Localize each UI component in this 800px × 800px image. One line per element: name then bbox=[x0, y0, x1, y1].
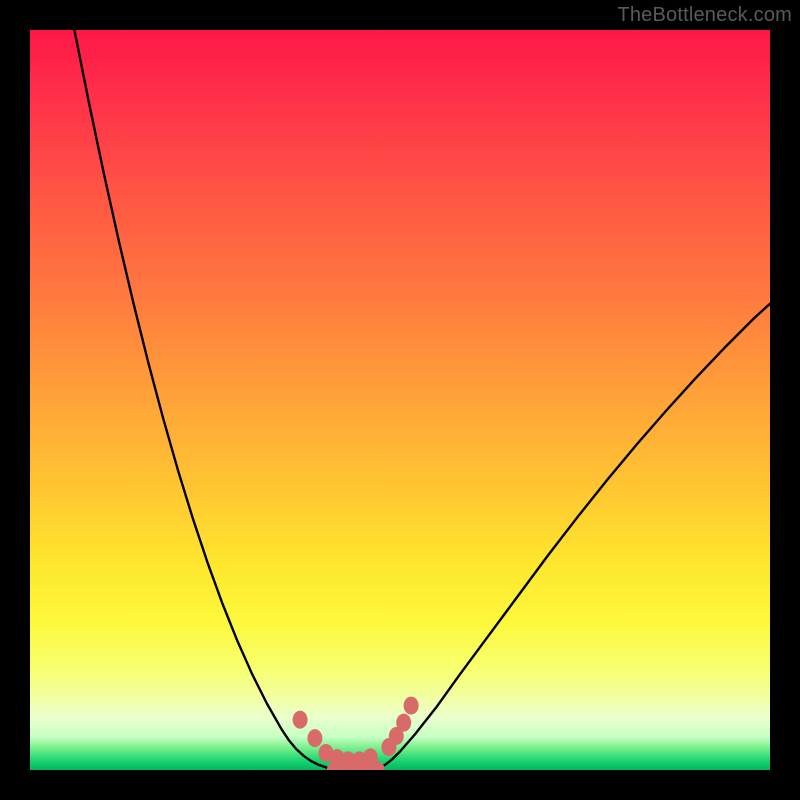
valley-markers bbox=[293, 697, 419, 770]
valley-marker-dot bbox=[363, 748, 378, 766]
valley-marker-dot bbox=[293, 711, 308, 729]
chart-frame: TheBottleneck.com bbox=[0, 0, 800, 800]
bottleneck-path bbox=[74, 30, 770, 770]
valley-floor-highlight bbox=[333, 768, 377, 770]
curve-layer bbox=[30, 30, 770, 770]
valley-marker-dot bbox=[307, 729, 322, 747]
valley-marker-dot bbox=[396, 714, 411, 732]
bottleneck-curve bbox=[74, 30, 770, 770]
watermark-text: TheBottleneck.com bbox=[617, 4, 792, 27]
plot-area bbox=[30, 30, 770, 770]
valley-marker-dot bbox=[404, 697, 419, 715]
